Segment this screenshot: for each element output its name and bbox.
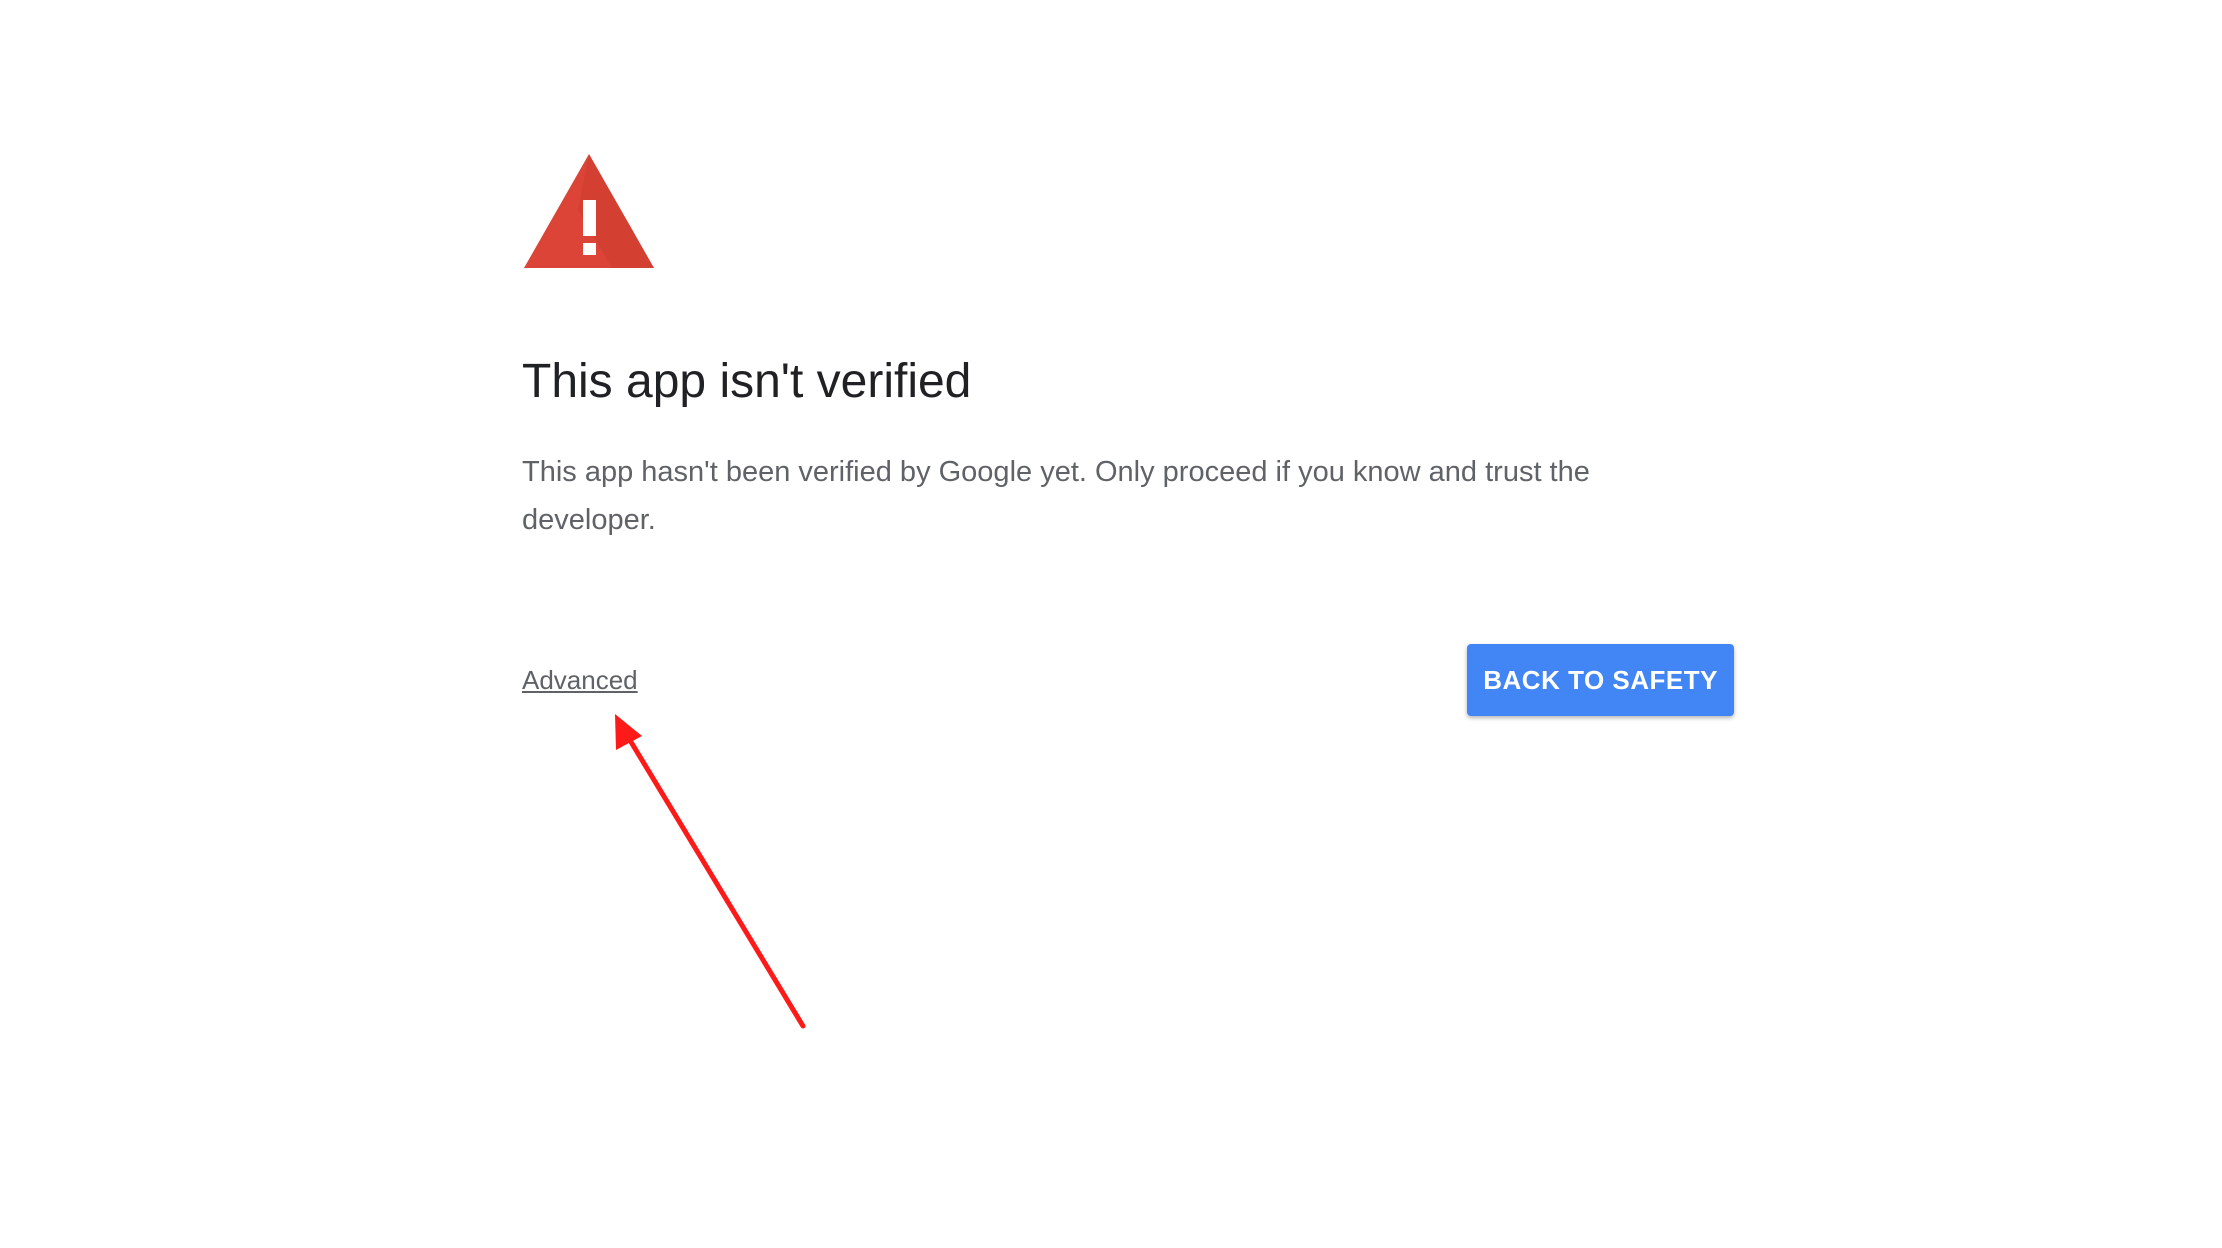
warning-message: This app hasn't been verified by Google … <box>522 456 1590 536</box>
advanced-link[interactable]: Advanced <box>522 665 638 696</box>
page-title: This app isn't verified <box>522 355 972 408</box>
actions-bar: Advanced BACK TO SAFETY <box>522 644 1734 718</box>
page: This app isn't verified This app hasn't … <box>0 0 2222 1248</box>
warning-content: This app isn't verified This app hasn't … <box>522 150 1734 718</box>
warning-triangle-icon <box>524 154 654 268</box>
back-to-safety-button[interactable]: BACK TO SAFETY <box>1467 644 1734 716</box>
